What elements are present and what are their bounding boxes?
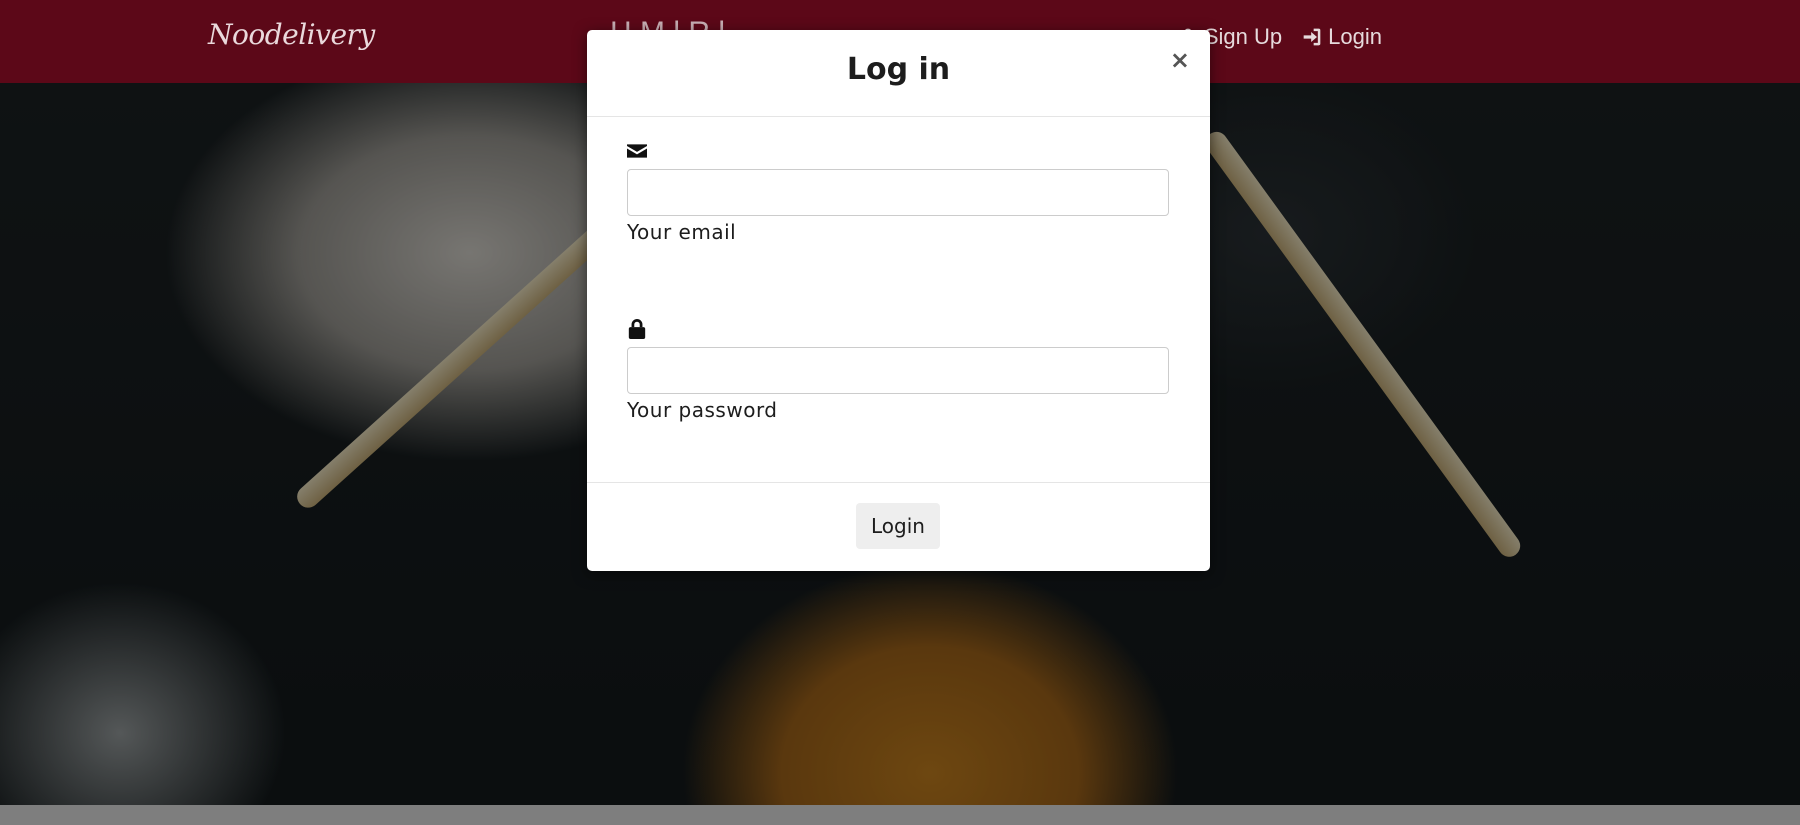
password-group: Your password [627,319,1169,422]
login-modal: Log in × Your email Your password Login [587,30,1210,571]
email-label: Your email [627,220,737,244]
page-bottom-strip [0,805,1800,825]
signup-label: Sign Up [1203,24,1283,49]
login-label: Login [1328,24,1382,49]
sign-in-icon [1303,28,1321,46]
close-button[interactable]: × [1170,48,1190,72]
envelope-icon [627,141,1169,161]
modal-header: Log in × [587,30,1210,117]
lock-icon [627,319,1169,339]
email-field[interactable] [627,169,1169,216]
email-group: Your email [627,141,1169,244]
modal-footer: Login [587,482,1210,572]
password-field[interactable] [627,347,1169,394]
modal-body: Your email Your password [587,117,1210,476]
login-link[interactable]: Login [1302,24,1382,50]
login-button[interactable]: Login [856,503,940,549]
modal-title: Log in [846,52,951,87]
password-label: Your password [627,398,778,422]
brand-logo[interactable]: Noodelivery [208,18,375,51]
